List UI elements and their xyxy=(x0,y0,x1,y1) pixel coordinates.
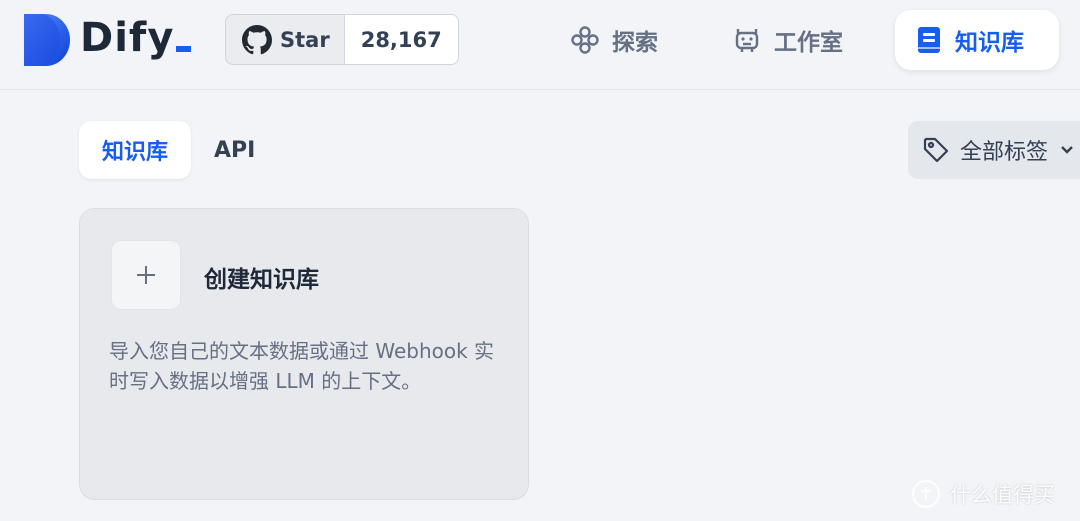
create-knowledge-card[interactable]: 创建知识库 导入您自己的文本数据或通过 Webhook 实时写入数据以增强 LL… xyxy=(79,208,529,500)
book-icon xyxy=(918,27,940,53)
tab-bar: 知识库 API xyxy=(79,121,278,179)
nav-explore-label: 探索 xyxy=(612,30,658,56)
nav-explore[interactable]: 探索 xyxy=(550,10,678,70)
github-star-label: Star xyxy=(280,27,330,52)
explore-icon xyxy=(571,26,599,54)
logo-underscore xyxy=(176,46,192,52)
tab-knowledge[interactable]: 知识库 xyxy=(79,121,192,179)
nav-studio-label: 工作室 xyxy=(774,30,843,56)
chevron-down-icon xyxy=(1061,146,1073,154)
app-name: Dify xyxy=(80,15,175,61)
tag-filter-label: 全部标签 xyxy=(960,140,1049,165)
tag-filter-dropdown[interactable]: 全部标签 xyxy=(908,121,1080,179)
tab-api[interactable]: API xyxy=(191,121,278,179)
watermark: 什么值得买 xyxy=(910,478,1055,510)
tag-icon xyxy=(923,137,949,163)
watermark-text: 什么值得买 xyxy=(950,483,1055,507)
plus-icon xyxy=(137,266,155,284)
top-bar: Dify Star 28,167 探索 工作室 知识库 xyxy=(0,0,1080,90)
create-knowledge-description: 导入您自己的文本数据或通过 Webhook 实时写入数据以增强 LLM 的上下文… xyxy=(109,339,495,393)
nav-studio[interactable]: 工作室 xyxy=(712,10,863,70)
watermark-logo-icon xyxy=(911,479,941,509)
github-icon xyxy=(242,24,272,54)
github-star-count[interactable]: 28,167 xyxy=(343,15,458,64)
github-star-button[interactable]: Star 28,167 xyxy=(225,14,459,65)
dify-logo-icon xyxy=(24,14,70,66)
robot-icon xyxy=(735,29,759,52)
create-knowledge-title: 创建知识库 xyxy=(204,267,319,293)
nav-knowledge[interactable]: 知识库 xyxy=(895,10,1059,70)
dify-logo[interactable]: Dify xyxy=(24,12,192,68)
create-knowledge-plus[interactable] xyxy=(111,240,181,310)
github-star-left[interactable]: Star xyxy=(226,15,344,64)
nav-knowledge-label: 知识库 xyxy=(955,30,1024,56)
